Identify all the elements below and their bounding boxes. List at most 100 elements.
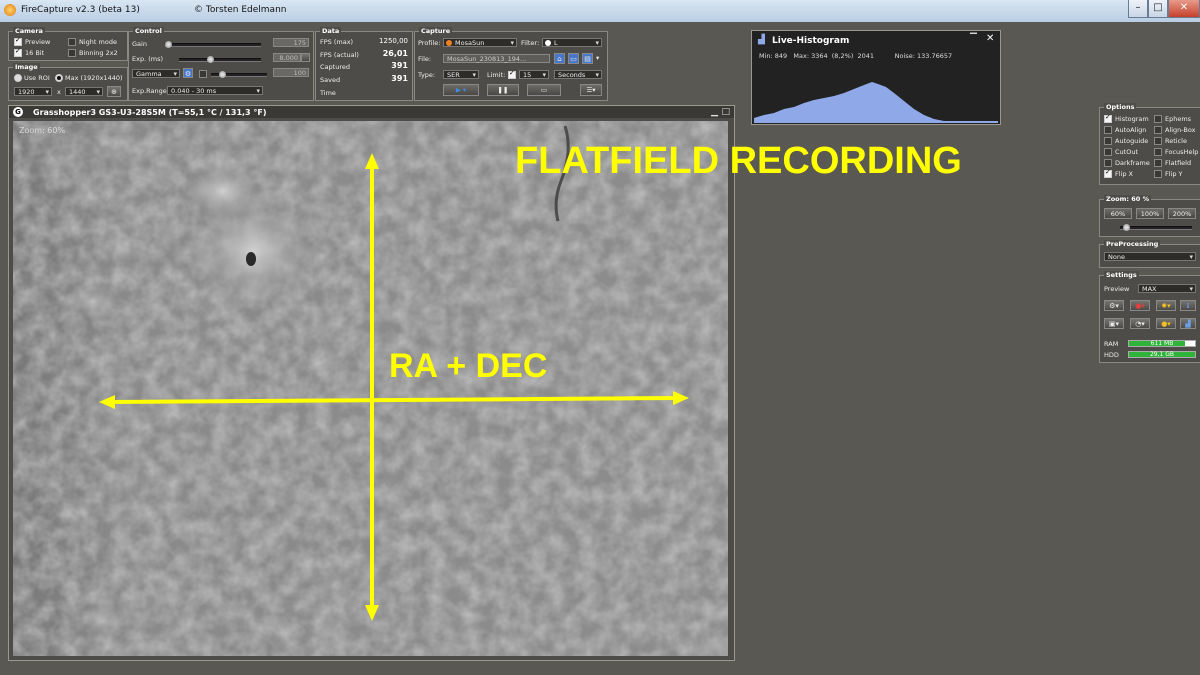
use-roi-radio[interactable] (14, 74, 22, 82)
filter-value: L (554, 39, 558, 47)
night-mode-checkbox[interactable] (68, 38, 76, 46)
file-name-value: MosaSun_230813_194... (447, 55, 527, 63)
hdd-label: HDD (1104, 351, 1119, 359)
option-checkbox[interactable] (1104, 113, 1112, 123)
limit-checkbox[interactable] (508, 69, 516, 79)
home-folder-icon[interactable]: ⌂ (554, 53, 565, 64)
gain-value-field[interactable]: 175 (273, 38, 309, 47)
histogram-close-icon[interactable]: ✕ (986, 33, 994, 44)
save-settings-icon[interactable]: ▣▾ (1104, 318, 1124, 329)
viewer-maximize-icon[interactable]: □ (721, 107, 730, 117)
image-panel: Image Use ROI Max (1920x1440) 1920 x 144… (8, 63, 128, 101)
option-checkbox[interactable] (1104, 168, 1112, 178)
window-credit: © Torsten Edelmann (194, 5, 287, 15)
preprocessing-select[interactable]: None (1104, 252, 1196, 262)
window-titlebar: FireCapture v2.3 (beta 13) © Torsten Ede… (0, 0, 1200, 22)
chart-settings-icon[interactable]: ▟ (1180, 318, 1196, 329)
exposure-slider-knob[interactable] (207, 56, 214, 63)
filter-select[interactable]: L (542, 38, 602, 48)
profile-select[interactable]: MosaSun (443, 38, 517, 48)
binning-checkbox[interactable] (68, 49, 76, 57)
max-resolution-radio[interactable] (55, 74, 63, 82)
gamma-slider-knob[interactable] (219, 71, 226, 78)
gamma-select[interactable]: Gamma (132, 69, 180, 79)
option-checkbox[interactable] (1154, 170, 1162, 178)
roi-width-select[interactable]: 1920 (14, 87, 52, 97)
window-title: FireCapture v2.3 (beta 13) (21, 5, 140, 15)
start-capture-button[interactable]: ▶ ▾ (443, 84, 479, 96)
histogram-minimize-icon[interactable]: ▔ (970, 34, 977, 44)
zoom-200-button[interactable]: 200% (1168, 208, 1196, 219)
option-checkbox[interactable] (1154, 115, 1162, 123)
file-options-chevron-icon[interactable]: ▾ (596, 54, 599, 62)
exposure-slider[interactable] (179, 56, 261, 63)
histogram-icon: ▟ (758, 35, 765, 45)
gamma-value: 100 (293, 69, 306, 77)
ram-usage-bar: 611 MB (1128, 340, 1196, 347)
gain-slider-knob[interactable] (165, 41, 172, 48)
exp-range-select[interactable]: 0.040 - 30 ms (167, 86, 263, 96)
folder-icon[interactable]: ▭ (568, 53, 579, 64)
preview-checkbox[interactable] (14, 36, 22, 46)
zoom-slider[interactable] (1120, 224, 1192, 231)
exposure-value: 8,000 (279, 54, 298, 62)
sun-settings-icon[interactable]: ✹▾ (1156, 300, 1176, 311)
limit-select[interactable]: 15 (519, 70, 549, 80)
pause-capture-button[interactable]: ❚❚ (487, 84, 519, 96)
option-checkbox[interactable] (1154, 148, 1162, 156)
file-name-field[interactable]: MosaSun_230813_194... (443, 54, 550, 63)
option-checkbox[interactable] (1104, 148, 1112, 156)
gain-slider[interactable] (165, 41, 261, 48)
option-checkbox[interactable] (1104, 126, 1112, 134)
light-settings-icon[interactable]: ●▾ (1156, 318, 1176, 329)
option-label: Histogram (1115, 115, 1149, 123)
type-select[interactable]: SER (443, 70, 479, 80)
preprocessing-panel-title: PreProcessing (1104, 240, 1161, 248)
saved-value: 391 (391, 74, 408, 83)
ra-axis-line (108, 396, 680, 404)
info-settings-icon[interactable]: ℹ (1180, 300, 1196, 311)
option-label: Flip Y (1165, 170, 1183, 178)
exposure-auto-icon[interactable] (301, 53, 310, 62)
option-label: Reticle (1165, 137, 1187, 145)
limit-unit-select[interactable]: Seconds (554, 70, 602, 80)
option-checkbox[interactable] (1154, 137, 1162, 145)
stop-capture-button[interactable]: ▭ (527, 84, 561, 96)
option-checkbox[interactable] (1104, 137, 1112, 145)
capture-options-button[interactable]: ☰▾ (580, 84, 602, 96)
preprocessing-panel: PreProcessing None (1099, 240, 1200, 268)
camera-settings-icon[interactable]: ⚙▾ (1104, 300, 1124, 311)
zoom-slider-knob[interactable] (1123, 224, 1131, 231)
preview-label: Preview (25, 38, 51, 46)
exposure-value-field[interactable]: 8,000 (273, 53, 301, 62)
option-checkbox[interactable] (1154, 126, 1162, 134)
preview-mode-select[interactable]: MAX (1138, 284, 1196, 294)
option-checkbox[interactable] (1104, 159, 1112, 167)
gauge-settings-icon[interactable]: ◔▾ (1130, 318, 1150, 329)
maximize-icon[interactable]: □ (1148, 0, 1168, 18)
roi-height-select[interactable]: 1440 (65, 87, 103, 97)
captured-value: 391 (391, 61, 408, 70)
settings-folder-icon[interactable]: ▤ (582, 53, 593, 64)
options-panel-title: Options (1104, 103, 1137, 111)
fps-max-value: 1250,00 (379, 37, 408, 45)
camera-live-image[interactable]: Zoom: 60% RA + DEC (13, 121, 728, 656)
viewer-title: Grasshopper3 GS3-U3-28S5M (T=55,1 °C / 1… (33, 108, 267, 117)
option-checkbox[interactable] (1154, 159, 1162, 167)
ram-usage-value: 611 MB (1150, 340, 1174, 347)
record-settings-icon[interactable]: ●▾ (1130, 300, 1150, 311)
close-icon[interactable]: ✕ (1168, 0, 1200, 18)
roi-apply-icon[interactable]: ⊕ (107, 86, 121, 97)
zoom-100-button[interactable]: 100% (1136, 208, 1164, 219)
gamma-value-field[interactable]: 100 (273, 68, 309, 77)
minimize-icon[interactable]: – (1128, 0, 1148, 18)
gamma-settings-icon[interactable]: ⚙ (183, 68, 193, 78)
viewer-minimize-icon[interactable]: ▁ (711, 107, 718, 117)
gamma-slider[interactable] (211, 71, 267, 78)
capture-panel-title: Capture (419, 27, 453, 35)
option-label: Ephems (1165, 115, 1192, 123)
saved-label: Saved (320, 76, 341, 84)
gamma-enable-checkbox[interactable] (199, 70, 207, 78)
16bit-checkbox[interactable] (14, 47, 22, 57)
zoom-60-button[interactable]: 60% (1104, 208, 1132, 219)
